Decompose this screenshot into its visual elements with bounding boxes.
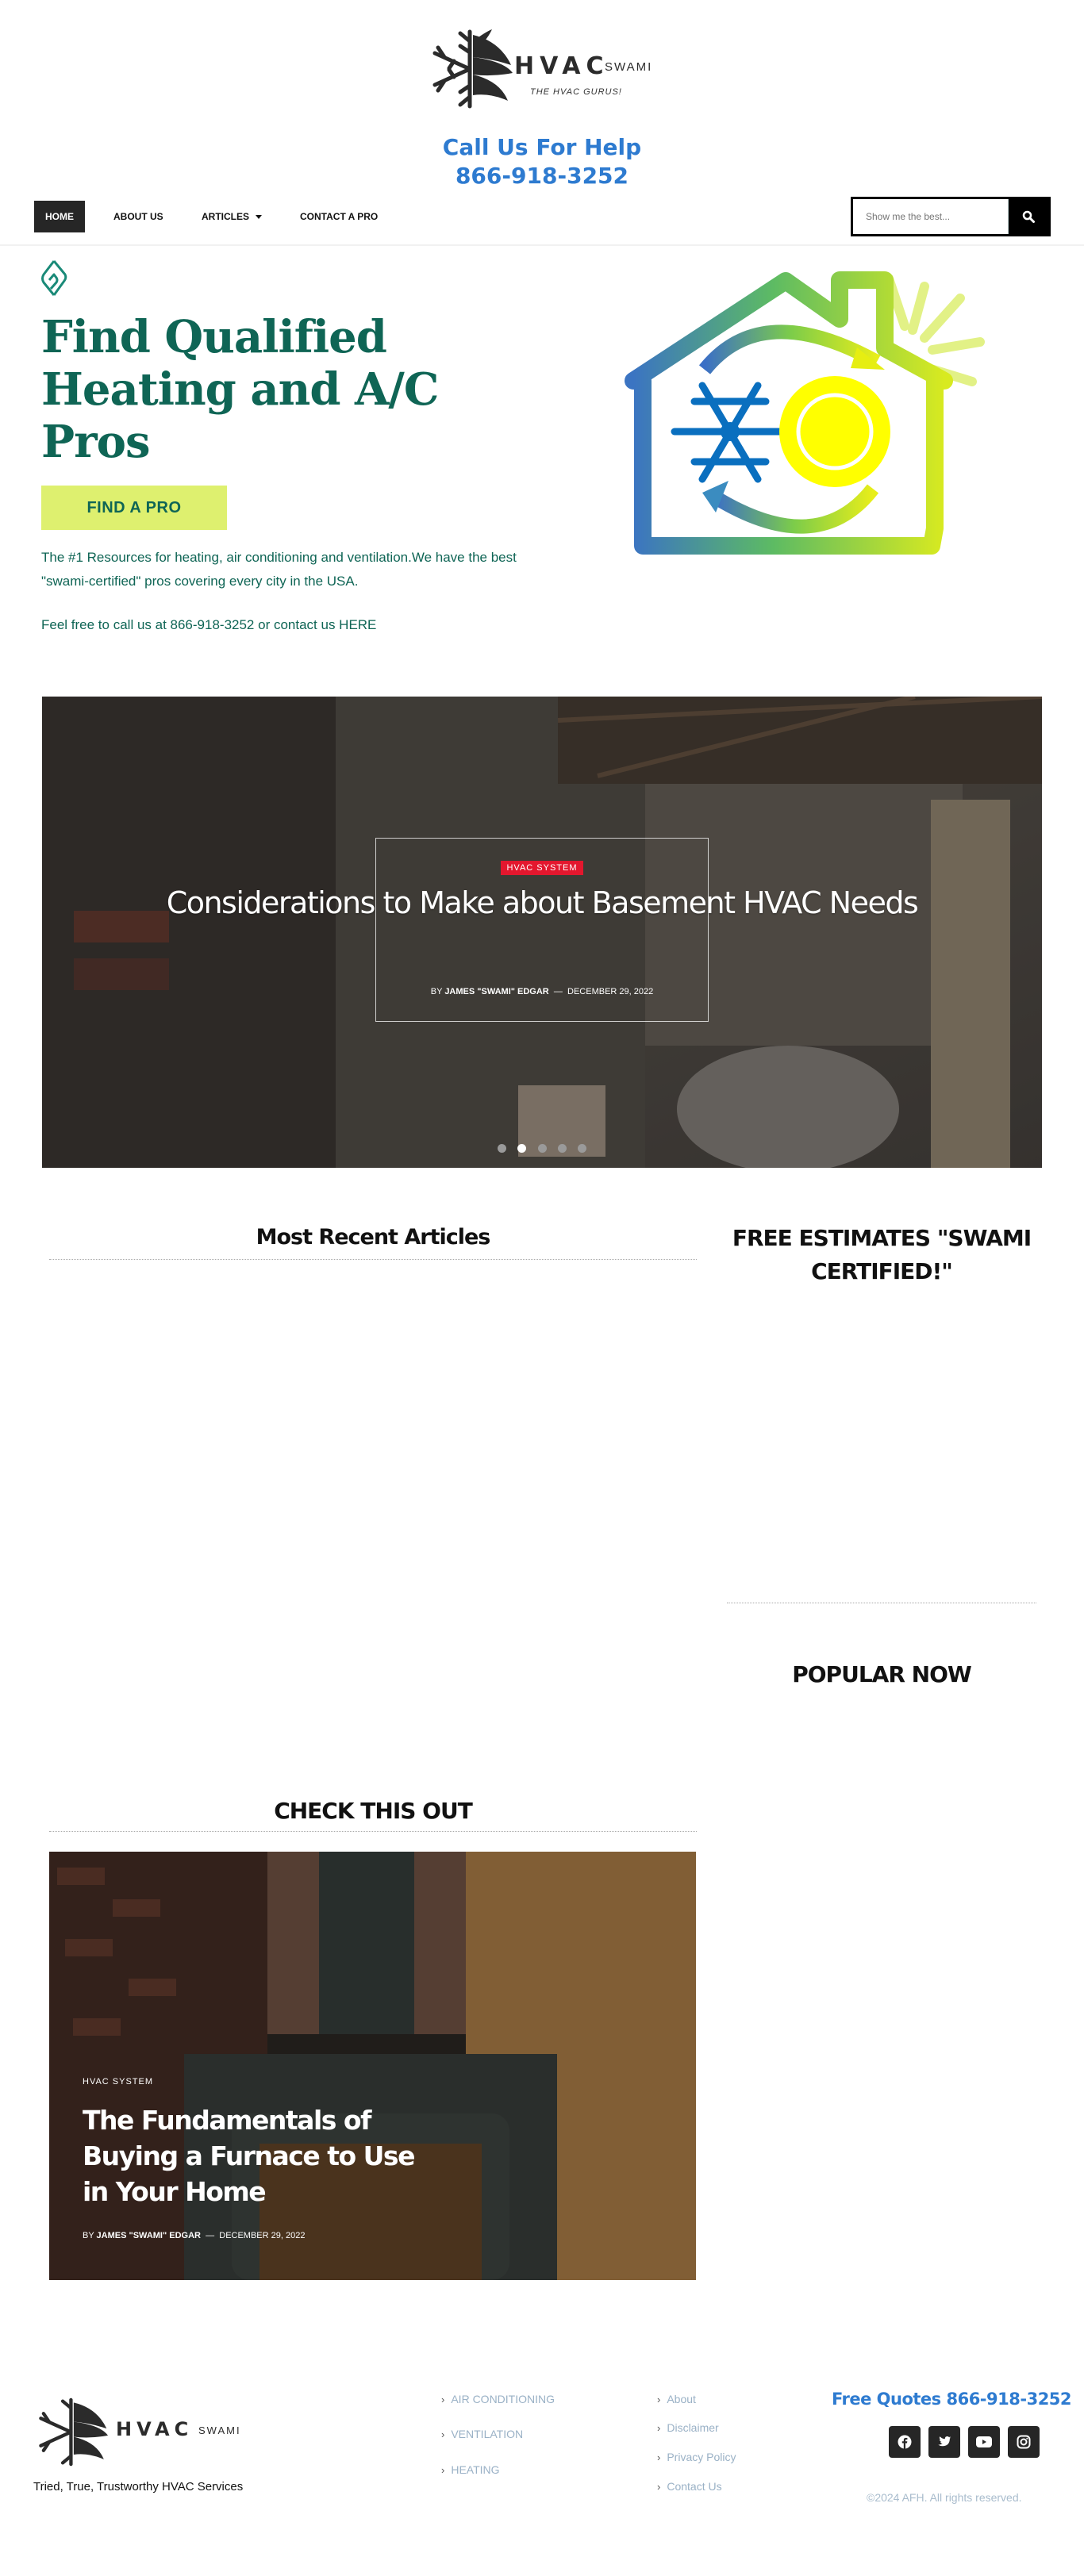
featured-article-card[interactable]: HVAC SYSTEM The Fundamentals of Buying a…	[49, 1852, 696, 2280]
nav-item-about-us[interactable]: ABOUT US	[102, 201, 175, 232]
check-this-out-heading: CHECK THIS OUT	[274, 1798, 473, 1824]
footer-link-label: Contact Us	[667, 2480, 722, 2493]
chevron-right-icon: ›	[657, 2481, 661, 2493]
slide-separator: —	[553, 987, 563, 996]
free-estimates-heading: FREE ESTIMATES "SWAMI CERTIFIED!"	[732, 1225, 1032, 1284]
slide-author[interactable]: JAMES "SWAMI" EDGAR	[444, 987, 548, 996]
featured-author[interactable]: JAMES "SWAMI" EDGAR	[97, 2231, 201, 2240]
social-links	[889, 2426, 1040, 2458]
nav-item-home[interactable]: HOME	[34, 201, 85, 232]
header-phone-link[interactable]: 866-918-3252	[0, 162, 1084, 190]
featured-date: DECEMBER 29, 2022	[219, 2231, 306, 2240]
nav-item-articles-label: ARTICLES	[202, 211, 249, 222]
check-divider	[49, 1831, 697, 1832]
instagram-icon	[1017, 2435, 1031, 2449]
footer-logo-wordmark: HVAC	[116, 2418, 194, 2440]
hero-description: The #1 Resources for heating, air condit…	[41, 550, 517, 589]
footer-link-disclaimer[interactable]: › Disclaimer	[657, 2421, 719, 2434]
footer-link-privacy-policy[interactable]: › Privacy Policy	[657, 2451, 736, 2463]
copyright: ©2024 AFH. All rights reserved.	[867, 2491, 1022, 2504]
featured-meta: BY JAMES "SWAMI" EDGAR — DECEMBER 29, 20…	[83, 2231, 305, 2240]
hero-contact-line: Feel free to call us at 866-918-3252 or …	[41, 617, 377, 632]
caret-down-icon	[256, 215, 262, 220]
chevron-right-icon: ›	[441, 2428, 445, 2440]
footer-logo-swami: SWAMI	[198, 2424, 241, 2436]
footer-tagline: Tried, True, Trustworthy HVAC Services	[33, 2480, 244, 2493]
slider-pagination	[42, 1142, 1042, 1157]
slide-meta: BY JAMES "SWAMI" EDGAR — DECEMBER 29, 20…	[42, 987, 1042, 996]
search-button[interactable]	[1009, 199, 1048, 234]
hvac-house-illustration-icon	[625, 271, 985, 555]
slider-dot[interactable]	[497, 1144, 506, 1153]
youtube-button[interactable]	[968, 2426, 1000, 2458]
search-input[interactable]	[853, 199, 1009, 234]
featured-category[interactable]: HVAC SYSTEM	[83, 2077, 153, 2087]
slide-category-badge[interactable]: HVAC SYSTEM	[42, 860, 1042, 875]
search-icon	[1022, 210, 1035, 223]
popular-now-heading: POPULAR NOW	[792, 1661, 972, 1687]
footer-link-contact-us[interactable]: › Contact Us	[657, 2480, 722, 2493]
twitter-icon	[938, 2436, 951, 2447]
footer-link-about[interactable]: › About	[657, 2393, 696, 2405]
footer-link-label: HEATING	[451, 2463, 500, 2476]
hero-title: Find Qualified Heating and A/C Pros	[41, 311, 439, 468]
featured-article-image	[49, 1852, 696, 2280]
search-form	[851, 197, 1051, 236]
footer-free-quotes[interactable]: Free Quotes 866-918-3252	[832, 2390, 1072, 2409]
slide-title[interactable]: Considerations to Make about Basement HV…	[42, 881, 1042, 925]
slider-dot[interactable]	[557, 1144, 567, 1153]
facebook-button[interactable]	[889, 2426, 921, 2458]
slide-date: DECEMBER 29, 2022	[567, 987, 654, 996]
logo-wordmark: HVAC	[514, 52, 609, 80]
slider-dot-active[interactable]	[517, 1144, 527, 1153]
slider-dot[interactable]	[578, 1144, 587, 1153]
featured-separator: —	[206, 2231, 215, 2240]
footer-link-ventilation[interactable]: › VENTILATION	[441, 2428, 523, 2440]
logo-swami: SWAMI	[605, 60, 653, 74]
leaf-icon	[41, 260, 67, 296]
footer-link-label: VENTILATION	[451, 2428, 524, 2440]
featured-by: BY	[83, 2231, 94, 2240]
twitter-button[interactable]	[928, 2426, 960, 2458]
chevron-right-icon: ›	[441, 2394, 445, 2405]
chevron-right-icon: ›	[657, 2394, 661, 2405]
chevron-right-icon: ›	[657, 2422, 661, 2434]
nav-item-articles[interactable]: ARTICLES	[190, 201, 273, 232]
footer-link-label: Disclaimer	[667, 2421, 719, 2434]
most-recent-articles-heading: Most Recent Articles	[256, 1225, 491, 1250]
footer-logo[interactable]: HVAC SWAMI	[33, 2394, 256, 2470]
snowflake-sun-logo-icon	[432, 29, 513, 109]
footer-link-label: Privacy Policy	[667, 2451, 736, 2463]
chevron-right-icon: ›	[657, 2451, 661, 2463]
site-logo[interactable]: HVAC SWAMI THE HVAC GURUS!	[429, 25, 659, 113]
slide-category-label: HVAC SYSTEM	[501, 861, 583, 875]
slider-dot[interactable]	[537, 1144, 547, 1153]
facebook-icon	[898, 2435, 912, 2449]
find-a-pro-button[interactable]: FIND A PRO	[41, 486, 227, 530]
footer-snowflake-sun-logo-icon	[39, 2397, 109, 2467]
slide-by: BY	[430, 987, 443, 996]
youtube-icon	[976, 2436, 992, 2447]
footer-link-label: AIR CONDITIONING	[451, 2393, 555, 2405]
footer-link-heating[interactable]: › HEATING	[441, 2463, 500, 2476]
featured-slider[interactable]: HVAC SYSTEM Considerations to Make about…	[42, 697, 1042, 1168]
featured-title[interactable]: The Fundamentals of Buying a Furnace to …	[83, 2102, 432, 2209]
footer-link-air-conditioning[interactable]: › AIR CONDITIONING	[441, 2393, 555, 2405]
nav-item-contact-a-pro[interactable]: CONTACT A PRO	[289, 201, 389, 232]
chevron-right-icon: ›	[441, 2464, 445, 2476]
instagram-button[interactable]	[1008, 2426, 1040, 2458]
recent-divider	[49, 1259, 697, 1260]
footer-link-label: About	[667, 2393, 696, 2405]
call-us-heading: Call Us For Help	[442, 134, 642, 160]
logo-tagline: THE HVAC GURUS!	[530, 87, 622, 97]
